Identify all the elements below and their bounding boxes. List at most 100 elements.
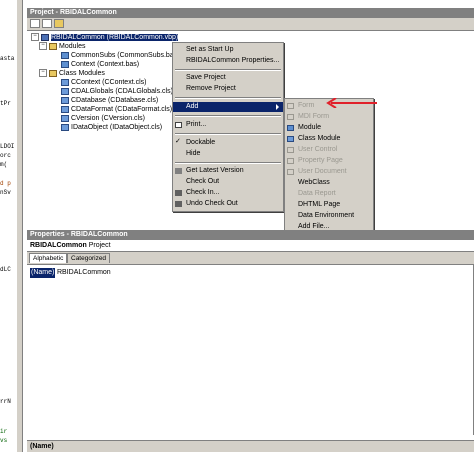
view-object-button[interactable] xyxy=(42,19,52,28)
submenu-item-user-document[interactable]: User Document xyxy=(285,167,373,177)
menu-separator xyxy=(175,162,281,164)
user-control-icon xyxy=(287,147,294,153)
undo-check-out-icon xyxy=(175,201,182,207)
form-icon xyxy=(287,103,294,109)
module-icon xyxy=(61,60,69,68)
submenu-item-user-control-label: User Control xyxy=(298,146,338,153)
menu-item-properties[interactable]: RBIDALCommon Properties... xyxy=(173,56,283,66)
property-value[interactable]: RBIDALCommon xyxy=(55,268,111,278)
toggle-folders-button[interactable] xyxy=(54,19,64,28)
class-module-icon xyxy=(61,114,69,122)
menu-item-undo-check-out[interactable]: Undo Check Out xyxy=(173,199,283,209)
code-fragment: asta xyxy=(0,55,15,62)
tree-item-label: CVersion (CVersion.cls) xyxy=(71,115,145,122)
object-selector[interactable]: RBIDALCommon Project xyxy=(27,240,474,252)
tree-root-label: RBIDALCommon (RBIDALCommon.vbp) xyxy=(51,34,179,41)
folder-label: Modules xyxy=(59,43,86,50)
menu-item-print[interactable]: Print... xyxy=(173,120,283,130)
submenu-item-webclass[interactable]: WebClass xyxy=(285,178,373,188)
module-icon xyxy=(287,125,294,131)
class-module-icon xyxy=(61,87,69,95)
menu-item-check-in-label: Check In... xyxy=(186,189,220,196)
tab-categorized[interactable]: Categorized xyxy=(67,253,111,263)
project-window-title: Project - RBIDALCommon xyxy=(27,8,474,18)
submenu-item-form-label: Form xyxy=(298,102,315,109)
tree-item-label: CDALGlobals (CDALGlobals.cls) xyxy=(71,88,173,95)
menu-separator xyxy=(175,133,281,135)
tree-item-label: CContext (CContext.cls) xyxy=(71,79,147,86)
view-code-button[interactable] xyxy=(30,19,40,28)
submenu-item-mdi-form[interactable]: MDI Form xyxy=(285,112,373,122)
red-arrow-annotation xyxy=(326,98,377,108)
tree-item-label: IDataObject (IDataObject.cls) xyxy=(71,124,163,131)
properties-window-title: Properties - RBIDALCommon xyxy=(27,230,474,240)
collapse-toggle[interactable]: − xyxy=(39,69,47,78)
submenu-arrow-icon xyxy=(276,104,279,110)
printer-icon xyxy=(175,122,182,128)
class-module-icon xyxy=(61,123,69,131)
project-icon xyxy=(41,33,49,41)
code-window-strip: asta tPr LDOI orc m( d p nSv dLC rrN ir … xyxy=(0,0,23,452)
folder-icon xyxy=(49,69,57,77)
folder-label: Class Modules xyxy=(59,70,105,77)
code-fragment: dLC xyxy=(0,266,11,273)
collapse-toggle[interactable]: − xyxy=(39,42,47,51)
code-fragment: vs xyxy=(0,437,8,444)
folder-icon xyxy=(49,42,57,50)
menu-item-get-latest-label: Get Latest Version xyxy=(186,167,244,174)
code-fragment: tPr xyxy=(0,100,11,107)
user-document-icon xyxy=(287,169,294,175)
project-toolbar xyxy=(27,18,474,31)
menu-item-get-latest[interactable]: Get Latest Version xyxy=(173,166,283,176)
submenu-item-module[interactable]: Module xyxy=(285,123,373,133)
tree-item[interactable]: IDataObject (IDataObject.cls) xyxy=(61,123,162,133)
menu-item-check-out[interactable]: Check Out xyxy=(173,177,283,187)
submenu-item-mdi-form-label: MDI Form xyxy=(298,113,330,120)
tree-item-label: CommonSubs (CommonSubs.bas) xyxy=(71,52,180,59)
property-description: (Name) xyxy=(27,440,474,452)
submenu-item-dhtml-page[interactable]: DHTML Page xyxy=(285,200,373,210)
menu-item-undo-check-out-label: Undo Check Out xyxy=(186,200,238,207)
module-icon xyxy=(61,51,69,59)
tree-item-label: Context (Context.bas) xyxy=(71,61,140,68)
menu-item-hide[interactable]: Hide xyxy=(173,149,283,159)
menu-item-dockable[interactable]: ✓ Dockable xyxy=(173,138,283,148)
menu-item-remove-project[interactable]: Remove Project xyxy=(173,84,283,94)
submenu-item-data-environment[interactable]: Data Environment xyxy=(285,211,373,221)
tree-item-label: CDataFormat (CDataFormat.cls) xyxy=(71,106,173,113)
check-in-icon xyxy=(175,190,182,196)
submenu-item-user-control[interactable]: User Control xyxy=(285,145,373,155)
property-name[interactable]: (Name) xyxy=(30,268,55,278)
code-fragment: m( xyxy=(0,161,8,168)
collapse-toggle[interactable]: − xyxy=(31,33,39,42)
menu-item-add[interactable]: Add xyxy=(173,102,283,112)
menu-item-save-project[interactable]: Save Project xyxy=(173,73,283,83)
tree-item-label: CDatabase (CDatabase.cls) xyxy=(71,97,159,104)
submenu-item-property-page[interactable]: Property Page xyxy=(285,156,373,166)
code-fragment: ir xyxy=(0,428,8,435)
menu-item-set-as-startup[interactable]: Set as Start Up xyxy=(173,45,283,55)
submenu-item-class-module[interactable]: Class Module xyxy=(285,134,373,144)
class-module-icon xyxy=(61,78,69,86)
menu-separator xyxy=(175,115,281,117)
menu-separator xyxy=(175,69,281,71)
tab-alphabetic[interactable]: Alphabetic xyxy=(29,253,68,263)
class-module-icon xyxy=(61,96,69,104)
property-grid: (Name) RBIDALCommon xyxy=(27,265,474,435)
menu-separator xyxy=(175,97,281,99)
submenu-item-user-document-label: User Document xyxy=(298,168,347,175)
menu-item-print-label: Print... xyxy=(186,121,207,128)
code-fragment: LDOI xyxy=(0,143,15,150)
code-fragment: d p xyxy=(0,180,11,187)
menu-item-check-in[interactable]: Check In... xyxy=(173,188,283,198)
class-module-icon xyxy=(287,136,294,142)
get-latest-icon xyxy=(175,168,182,174)
submenu-item-data-report[interactable]: Data Report xyxy=(285,189,373,199)
properties-tabs: Alphabetic Categorized xyxy=(27,252,474,265)
object-type: Project xyxy=(88,242,111,249)
menu-item-add-label: Add xyxy=(186,103,199,110)
mdi-form-icon xyxy=(287,114,294,120)
context-menu: Set as Start Up RBIDALCommon Properties.… xyxy=(172,42,284,212)
code-scrollbar[interactable] xyxy=(17,0,22,452)
code-fragment: nSv xyxy=(0,189,11,196)
